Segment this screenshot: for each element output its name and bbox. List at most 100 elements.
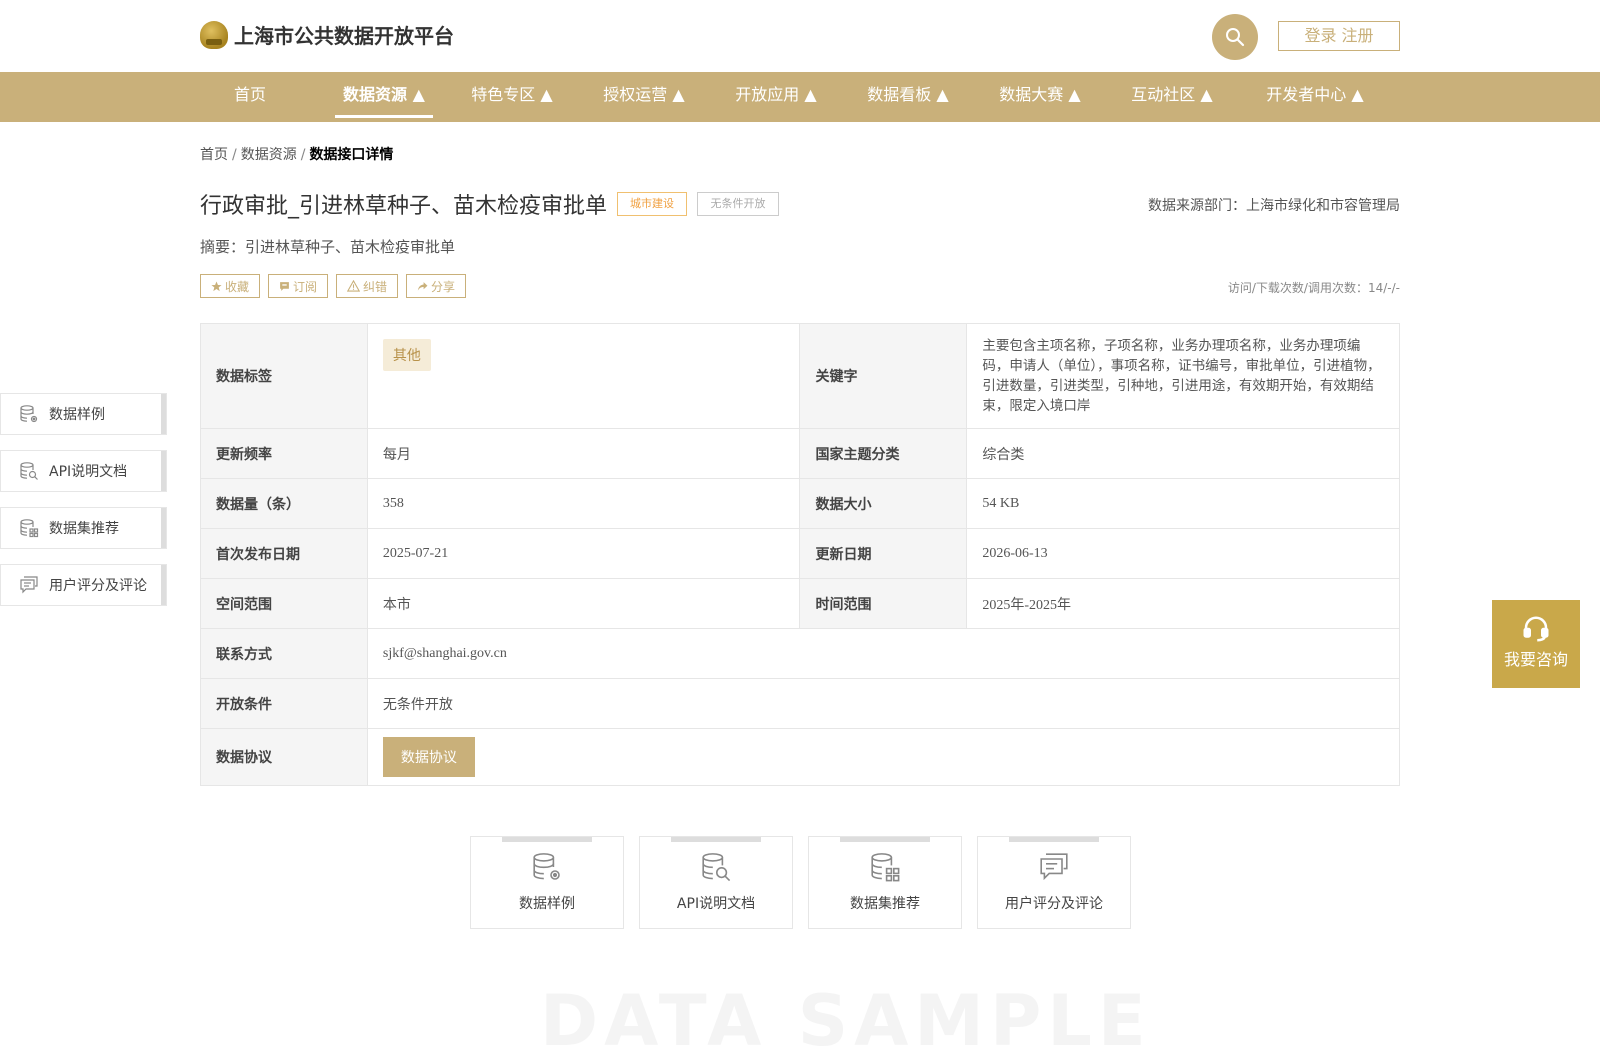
breadcrumb-sep: / <box>232 147 237 163</box>
record-count-label: 数据量（条） <box>200 478 368 529</box>
table-row: 联系方式 sjkf@shanghai.gov.cn <box>200 628 1401 679</box>
table-row: 数据量（条） 358 数据大小 54 KB <box>200 478 1400 529</box>
comment-icon <box>1040 853 1068 881</box>
data-protocol-button[interactable]: 数据协议 <box>382 737 475 777</box>
nav-developer-center[interactable]: 开发者中心 ▲ <box>1262 72 1368 122</box>
card-label: API说明文档 <box>676 896 756 912</box>
side-nav-ratings-comments[interactable]: 用户评分及评论 <box>0 564 167 606</box>
side-nav-label: 数据样例 <box>49 407 105 423</box>
nav-data-contest[interactable]: 数据大赛 ▲ <box>994 72 1086 122</box>
card-bar <box>502 837 592 842</box>
card-data-sample[interactable]: 数据样例 <box>470 836 624 929</box>
breadcrumb-current: 数据接口详情 <box>309 147 394 163</box>
side-nav-label: 数据集推荐 <box>49 521 119 537</box>
keywords-value: 主要包含主项名称，子项名称，业务办理项名称，业务办理项编码，申请人（单位），事项… <box>966 323 1400 429</box>
headset-icon <box>1523 616 1549 642</box>
warning-icon <box>347 280 361 292</box>
nav-authorized-operation[interactable]: 授权运营 ▲ <box>598 72 690 122</box>
subscribe-button[interactable]: 订阅 <box>268 274 329 298</box>
favorite-button[interactable]: 收藏 <box>200 274 261 298</box>
site-logo[interactable]: 上海市公共数据开放平台 <box>200 20 454 49</box>
open-type-tag: 无条件开放 <box>697 192 779 216</box>
nav-community[interactable]: 互动社区 ▲ <box>1126 72 1218 122</box>
summary: 摘要：引进林草种子、苗木检疫审批单 <box>200 238 456 256</box>
table-row: 数据协议 数据协议 <box>200 728 1401 786</box>
table-row: 更新频率 每月 国家主题分类 综合类 <box>200 428 1400 479</box>
database-gear-icon <box>20 405 38 423</box>
consult-label: 我要咨询 <box>1503 650 1568 669</box>
data-protocol-label: 数据协议 <box>200 728 368 786</box>
data-tag-cell: 其他 <box>366 323 801 429</box>
search-icon <box>1226 28 1245 47</box>
database-search-icon <box>702 853 731 882</box>
star-icon <box>211 281 222 291</box>
nav-open-apps[interactable]: 开放应用 ▲ <box>730 72 822 122</box>
favorite-label: 收藏 <box>225 279 250 294</box>
logo-icon <box>200 20 228 49</box>
spatial-scope-label: 空间范围 <box>200 578 368 629</box>
card-bar <box>1009 837 1099 842</box>
table-row: 开放条件 无条件开放 <box>200 678 1401 729</box>
update-date-label: 更新日期 <box>799 528 968 579</box>
record-count-value: 358 <box>366 478 801 529</box>
data-size-label: 数据大小 <box>799 478 968 529</box>
time-scope-label: 时间范围 <box>799 578 968 629</box>
table-row: 首次发布日期 2025-07-21 更新日期 2026-06-13 <box>200 528 1400 579</box>
open-condition-value: 无条件开放 <box>366 678 1401 729</box>
action-bar: 收藏 订阅 纠错 分享 <box>200 274 467 298</box>
report-error-button[interactable]: 纠错 <box>336 274 399 298</box>
first-publish-date-label: 首次发布日期 <box>200 528 368 579</box>
update-date-value: 2026-06-13 <box>966 528 1400 579</box>
data-sample-watermark: DATA SAMPLE <box>540 980 1152 1062</box>
table-row: 空间范围 本市 时间范围 2025年-2025年 <box>200 578 1400 629</box>
site-title: 上海市公共数据开放平台 <box>234 24 454 48</box>
header: 上海市公共数据开放平台 登录 注册 <box>0 0 1600 72</box>
database-grid-icon <box>20 519 39 538</box>
update-frequency-value: 每月 <box>366 428 801 479</box>
card-ratings-comments[interactable]: 用户评分及评论 <box>977 836 1131 929</box>
data-tag-label: 数据标签 <box>200 323 368 429</box>
search-button[interactable] <box>1212 14 1258 60</box>
nav-special-zones[interactable]: 特色专区 ▲ <box>466 72 558 122</box>
side-nav-api-docs[interactable]: API说明文档 <box>0 450 167 492</box>
side-nav-data-sample[interactable]: 数据样例 <box>0 393 167 435</box>
nav-data-dashboard[interactable]: 数据看板 ▲ <box>862 72 954 122</box>
side-nav-label: 用户评分及评论 <box>49 578 147 594</box>
report-label: 纠错 <box>363 279 388 294</box>
breadcrumb: 首页 / 数据资源 / 数据接口详情 <box>200 144 393 164</box>
login-register-button[interactable]: 登录 注册 <box>1278 21 1400 51</box>
breadcrumb-home[interactable]: 首页 <box>200 147 228 163</box>
nav-home[interactable]: 首页 <box>220 72 280 122</box>
side-nav-label: API说明文档 <box>49 464 128 480</box>
card-label: 用户评分及评论 <box>1005 896 1103 912</box>
database-search-icon <box>20 462 38 480</box>
card-dataset-recommend[interactable]: 数据集推荐 <box>808 836 962 929</box>
card-bar <box>840 837 930 842</box>
database-gear-icon <box>533 853 560 880</box>
contact-value: sjkf@shanghai.gov.cn <box>366 628 1401 679</box>
page-title: 行政审批_引进林草种子、苗木检疫审批单 <box>200 194 608 219</box>
source-department: 数据来源部门：上海市绿化和市容管理局 <box>1148 198 1400 214</box>
info-table: 数据标签 其他 关键字 主要包含主项名称，子项名称，业务办理项名称，业务办理项编… <box>200 323 1401 786</box>
keywords-label: 关键字 <box>799 323 968 429</box>
database-grid-icon <box>871 853 900 882</box>
theme-value: 综合类 <box>966 428 1400 479</box>
share-icon <box>417 281 428 291</box>
share-button[interactable]: 分享 <box>406 274 467 298</box>
main-nav: 首页 数据资源 ▲ 特色专区 ▲ 授权运营 ▲ 开放应用 ▲ 数据看板 ▲ 数据… <box>0 72 1600 122</box>
nav-data-resources[interactable]: 数据资源 ▲ <box>335 72 433 122</box>
card-bar <box>671 837 761 842</box>
breadcrumb-section[interactable]: 数据资源 <box>241 147 297 163</box>
card-label: 数据集推荐 <box>850 896 920 912</box>
data-protocol-cell: 数据协议 <box>366 728 1401 786</box>
consult-button[interactable]: 我要咨询 <box>1492 600 1580 688</box>
update-frequency-label: 更新频率 <box>200 428 368 479</box>
time-scope-value: 2025年-2025年 <box>966 578 1400 629</box>
theme-label: 国家主题分类 <box>799 428 968 479</box>
card-api-docs[interactable]: API说明文档 <box>639 836 793 929</box>
card-label: 数据样例 <box>519 896 575 912</box>
comment-icon <box>20 576 38 594</box>
side-nav-dataset-recommend[interactable]: 数据集推荐 <box>0 507 167 549</box>
data-tag-chip[interactable]: 其他 <box>382 339 431 371</box>
subscribe-label: 订阅 <box>293 279 318 294</box>
